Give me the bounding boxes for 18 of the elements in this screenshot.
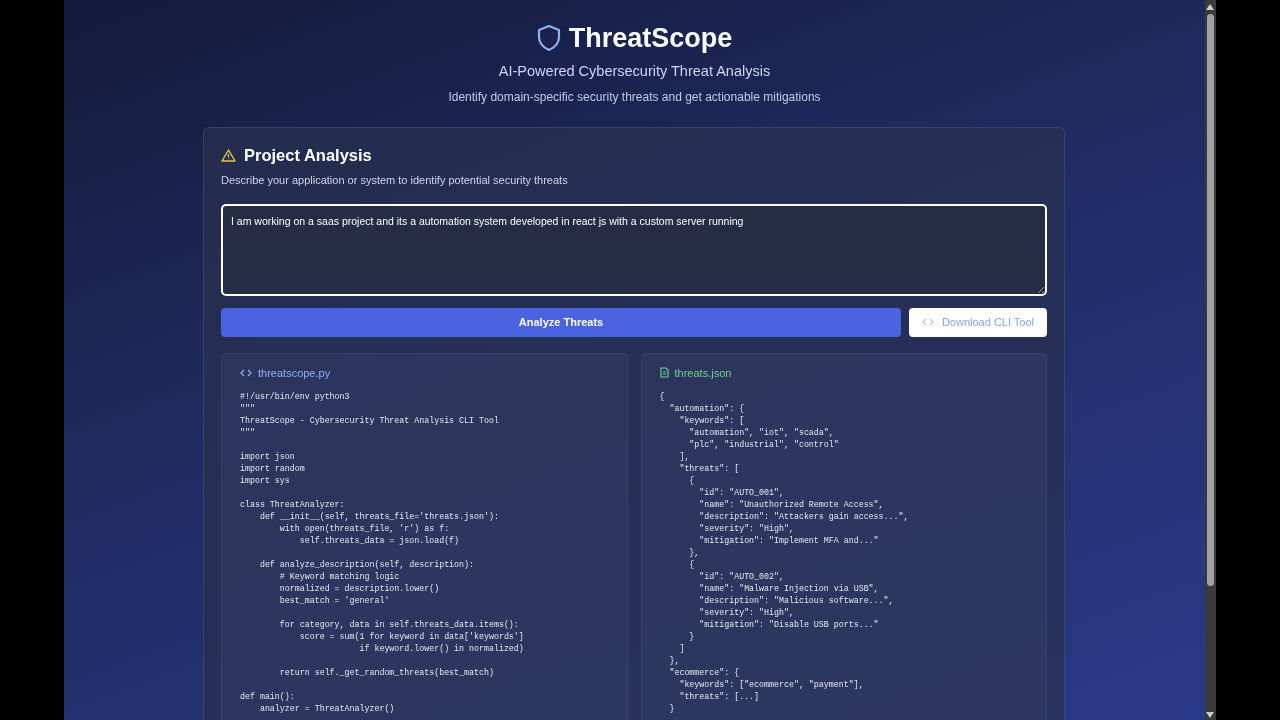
shield-icon	[536, 24, 561, 53]
code-icon	[240, 368, 252, 377]
file-name: threats.json	[674, 365, 732, 381]
panel-description: Describe your application or system to identify potential security threats	[221, 173, 569, 188]
document-icon	[659, 367, 669, 379]
tagline: Identify domain-specific security threats and get actionable mitigations	[447, 89, 822, 107]
scrollbar[interactable]	[1205, 0, 1216, 720]
description-input[interactable]: I am working on a saas project and its a automation system developed in react js with a custom server running	[221, 203, 1047, 296]
warning-icon	[221, 149, 236, 163]
file-name: threatscope.py	[258, 365, 331, 381]
panel-title: Project Analysis	[244, 145, 372, 167]
download-button[interactable]: Download CLI Tool	[909, 307, 1047, 337]
code-listing: { "automation": { "keywords": [ "automation", "iot", "scada", "plc", "industrial", "control" ], "threats": [ { "id": "AUTO_001", "name": "Unauthorized Remote Access", "description": "Attackers gain access...", "severity": "High", "mitigation": "Implement MFA and..." }, { "id": "AUTO_002", "name": "Malware Injection via USB", "description": "Malicious software...", "severity": "High", "mitigation": "Disable USB ports..." } ] }, "ecommerce": { "keywords": ["ecommerce", "payment"], "threats": [...] }	[659, 391, 910, 715]
code-icon	[921, 318, 934, 326]
analyze-button[interactable]: Analyze Threats	[221, 307, 901, 337]
app-title: ThreatScope	[568, 22, 733, 55]
code-listing: #!/usr/bin/env python3 """ ThreatScope - Cybersecurity Threat Analysis CLI Tool """ import json import random import sys class ThreatAnalyzer: def __init__(self, threats_file='threats.json'): with open(threats_file, 'r') as f: self.threats_data = json.load(f) def analyze_description(self, description): # Keyword matching logic normalized = description.lower() best_match = 'general' for category, data in self.threats_data.items(): score = sum(1 for keyword in data['keywords'] if keyword.lower() in normalized) return self._get_random_threats(best_match) def main(): analyzer = ThreatAnalyzer()	[240, 391, 525, 715]
subtitle: AI-Powered Cybersecurity Threat Analysis	[497, 61, 772, 81]
